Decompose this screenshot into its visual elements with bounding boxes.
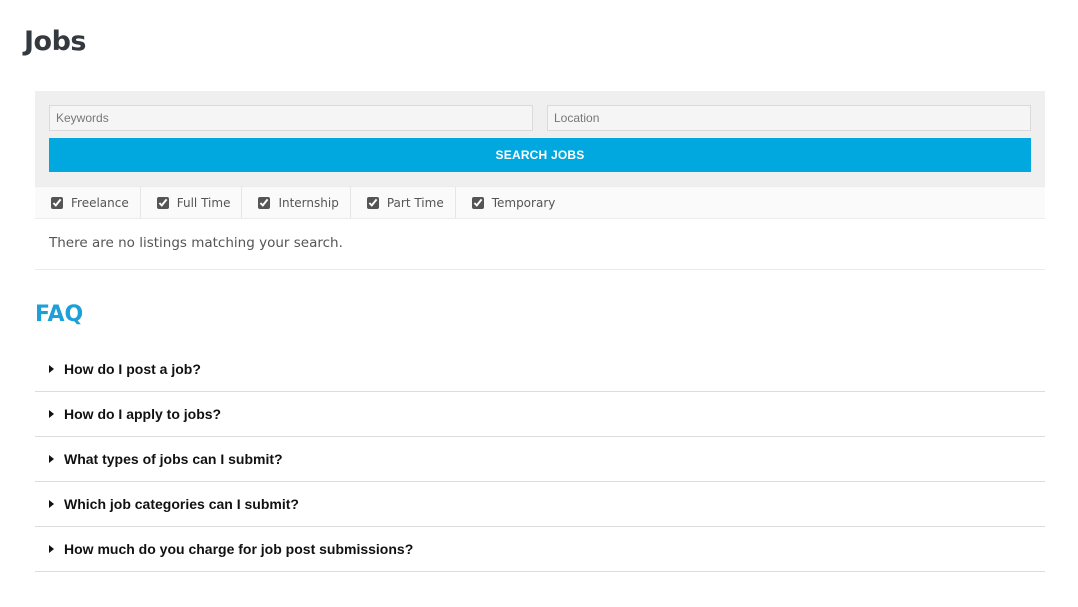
jobs-page: Jobs SEARCH JOBS Freelance Full Time Int… bbox=[0, 0, 1078, 607]
job-type-label: Freelance bbox=[71, 195, 129, 210]
job-type-filter-part-time[interactable]: Part Time bbox=[351, 187, 456, 218]
faq-item[interactable]: What types of jobs can I submit? bbox=[35, 437, 1045, 482]
faq-item[interactable]: How do I post a job? bbox=[35, 347, 1045, 392]
job-type-label: Internship bbox=[278, 195, 339, 210]
job-type-filter-full-time[interactable]: Full Time bbox=[141, 187, 243, 218]
no-listings-message: There are no listings matching your sear… bbox=[49, 235, 343, 251]
job-search-form: SEARCH JOBS bbox=[35, 91, 1045, 186]
job-type-filter-internship[interactable]: Internship bbox=[242, 187, 351, 218]
faq-question: How do I apply to jobs? bbox=[64, 406, 222, 422]
caret-right-icon bbox=[49, 455, 54, 463]
page-title: Jobs bbox=[24, 26, 87, 57]
search-jobs-button[interactable]: SEARCH JOBS bbox=[49, 138, 1031, 172]
caret-right-icon bbox=[49, 365, 54, 373]
full-time-checkbox[interactable] bbox=[156, 196, 169, 209]
caret-right-icon bbox=[49, 545, 54, 553]
faq-item[interactable]: How much do you charge for job post subm… bbox=[35, 527, 1045, 572]
internship-checkbox[interactable] bbox=[258, 196, 271, 209]
faq-question: How much do you charge for job post subm… bbox=[64, 541, 414, 557]
faq-item[interactable]: Which job categories can I submit? bbox=[35, 482, 1045, 527]
faq-heading: FAQ bbox=[35, 302, 84, 327]
job-type-filters: Freelance Full Time Internship Part Time… bbox=[35, 186, 1045, 219]
job-type-filter-freelance[interactable]: Freelance bbox=[35, 187, 141, 218]
caret-right-icon bbox=[49, 500, 54, 508]
temporary-checkbox[interactable] bbox=[471, 196, 484, 209]
faq-list: How do I post a job? How do I apply to j… bbox=[35, 347, 1045, 572]
caret-right-icon bbox=[49, 410, 54, 418]
results-divider bbox=[35, 269, 1045, 270]
job-type-label: Full Time bbox=[176, 195, 231, 210]
faq-question: How do I post a job? bbox=[64, 361, 201, 377]
job-type-label: Part Time bbox=[386, 195, 444, 210]
faq-item[interactable]: How do I apply to jobs? bbox=[35, 392, 1045, 437]
part-time-checkbox[interactable] bbox=[366, 196, 379, 209]
job-type-filter-temporary[interactable]: Temporary bbox=[456, 187, 567, 218]
faq-question: Which job categories can I submit? bbox=[64, 496, 299, 512]
faq-question: What types of jobs can I submit? bbox=[64, 451, 283, 467]
keywords-input[interactable] bbox=[49, 105, 533, 131]
location-input[interactable] bbox=[547, 105, 1031, 131]
job-type-label: Temporary bbox=[491, 195, 556, 210]
freelance-checkbox[interactable] bbox=[51, 196, 63, 209]
